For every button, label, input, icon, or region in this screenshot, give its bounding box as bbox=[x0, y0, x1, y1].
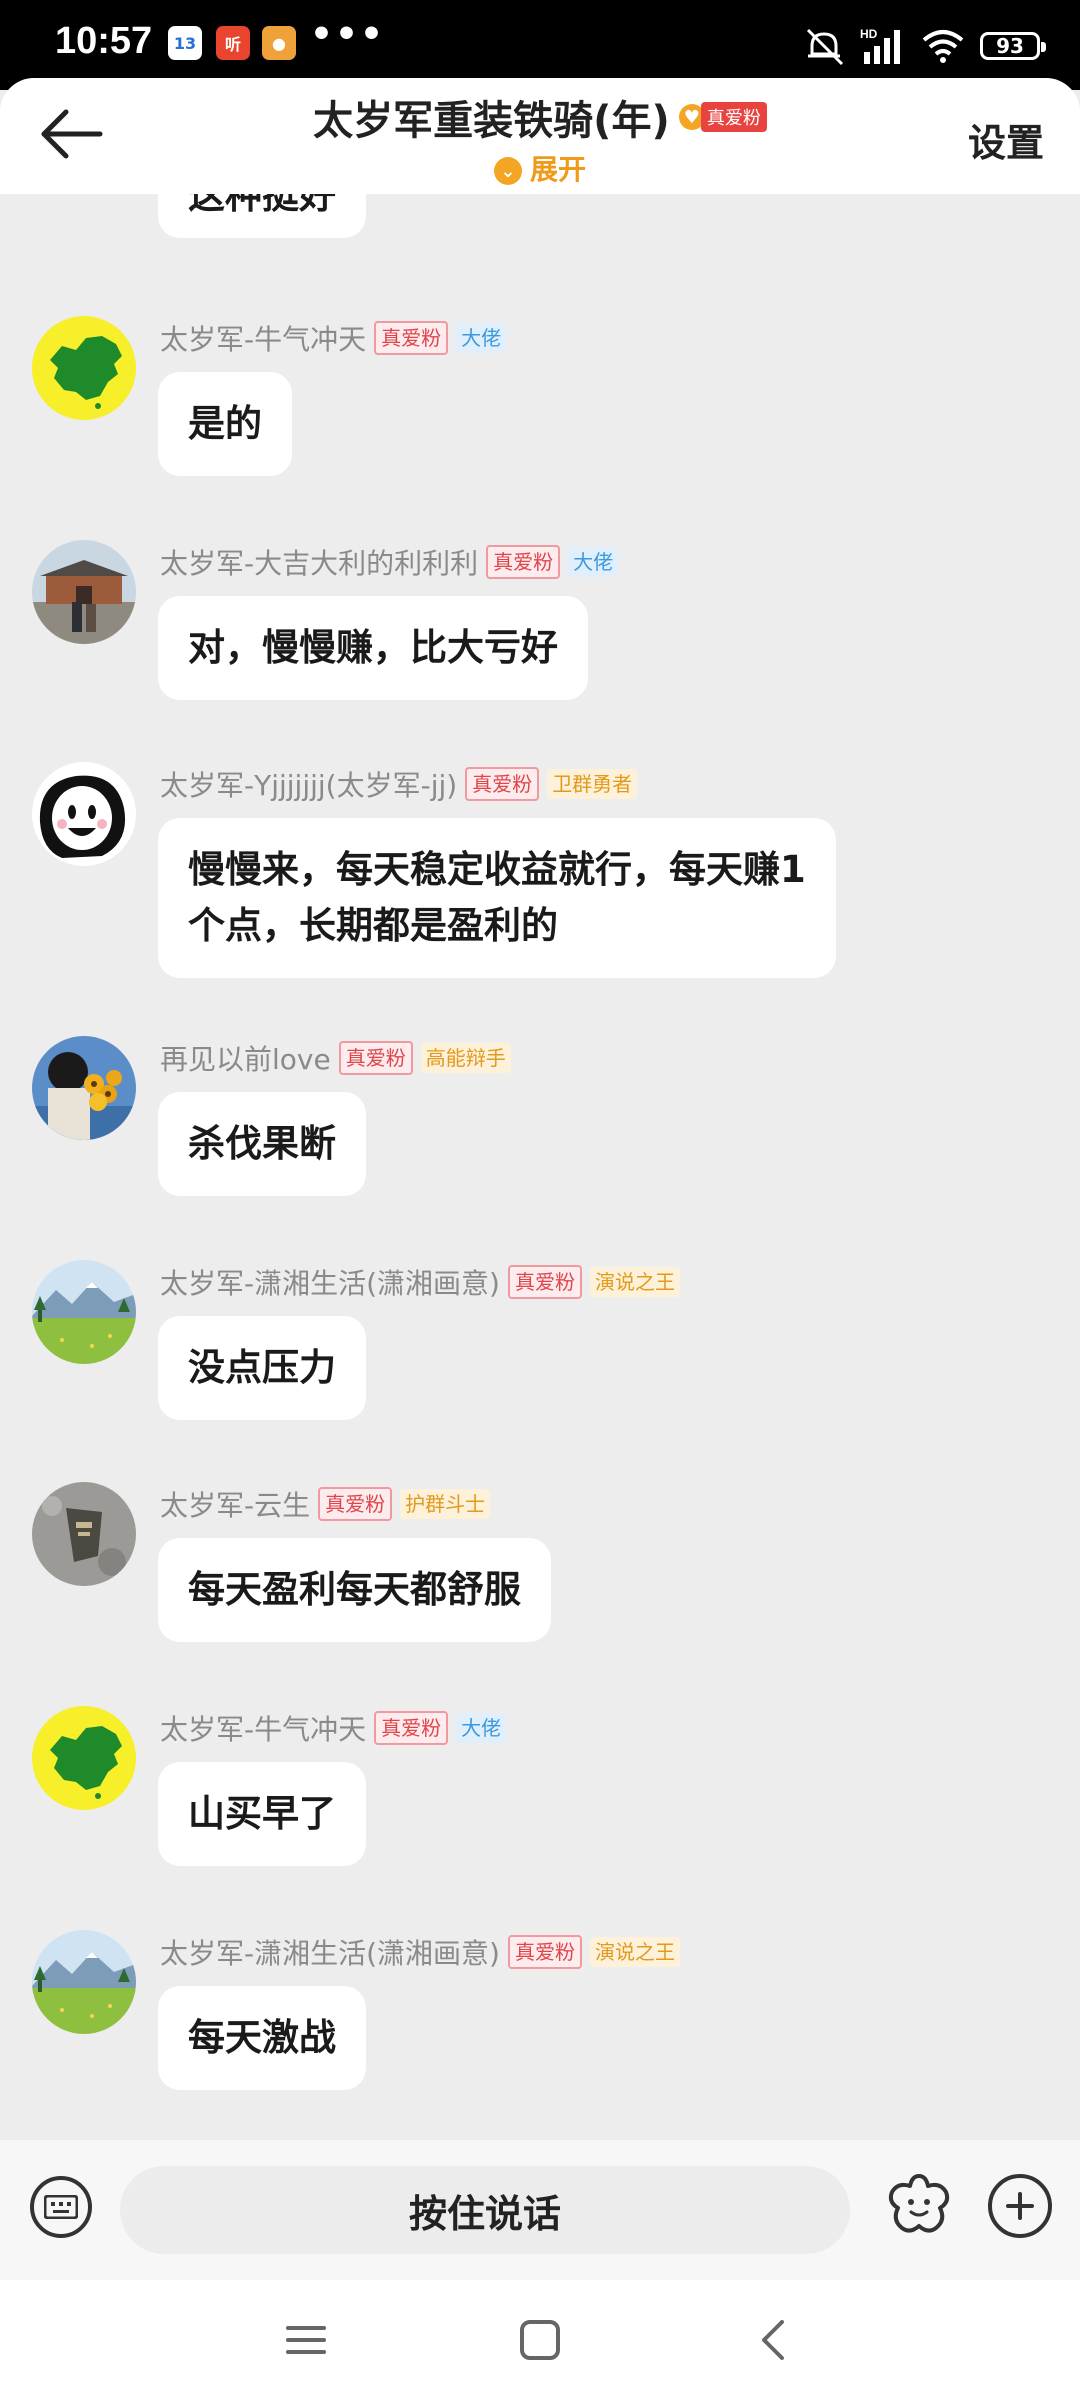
member-badge: 真爱粉 bbox=[318, 1487, 393, 1521]
sticker-icon[interactable] bbox=[884, 2170, 954, 2240]
chat-header: 太岁军重装铁骑(年) ♥ 真爱粉 ⌄ 展开 设置 bbox=[0, 78, 1080, 194]
message-bubble[interactable]: 杀伐果断 bbox=[158, 1092, 366, 1196]
sender-row: 再见以前love 真爱粉 高能辩手 bbox=[160, 1040, 511, 1076]
signal-icon: HD bbox=[860, 27, 900, 64]
status-time: 10:57 bbox=[55, 20, 153, 62]
message-bubble[interactable]: 每天盈利每天都舒服 bbox=[158, 1538, 551, 1642]
member-badge: 大佬 bbox=[568, 547, 619, 577]
avatar[interactable] bbox=[32, 1036, 136, 1140]
member-badge: 护群斗士 bbox=[400, 1489, 491, 1519]
calendar-app-icon: 13 bbox=[168, 26, 202, 60]
wifi-icon bbox=[922, 30, 964, 63]
message-bubble[interactable]: 没点压力 bbox=[158, 1316, 366, 1420]
avatar[interactable] bbox=[32, 316, 136, 420]
plus-icon bbox=[1006, 2192, 1034, 2220]
member-badge: 真爱粉 bbox=[486, 545, 561, 579]
chevron-down-icon: ⌄ bbox=[493, 157, 522, 185]
home-icon[interactable] bbox=[510, 2312, 570, 2368]
sender-row: 太岁军-Yjjjjjjj(太岁军-jj) 真爱粉 卫群勇者 bbox=[160, 764, 638, 804]
member-badge: 真爱粉 bbox=[374, 1711, 449, 1745]
member-badge: 演说之王 bbox=[589, 1937, 680, 1967]
settings-button[interactable]: 设置 bbox=[968, 112, 1044, 167]
avatar[interactable] bbox=[32, 1706, 136, 1810]
hold-to-talk-button[interactable]: 按住说话 bbox=[120, 2166, 850, 2254]
sender-row: 太岁军-云生 真爱粉 护群斗士 bbox=[160, 1484, 491, 1524]
member-badge: 卫群勇者 bbox=[547, 769, 638, 799]
sender-row: 太岁军-牛气冲天 真爱粉 大佬 bbox=[160, 1708, 507, 1748]
more-notifications-indicator: ••• bbox=[310, 14, 386, 55]
expand-button[interactable]: ⌄ 展开 bbox=[0, 148, 1080, 188]
group-title: 太岁军重装铁骑(年) bbox=[313, 98, 670, 144]
sender-name[interactable]: 太岁军-潇湘生活(潇湘画意) bbox=[160, 1932, 500, 1972]
sender-name[interactable]: 太岁军-牛气冲天 bbox=[160, 1708, 366, 1748]
status-bar: 10:57 13 听 ● ••• HD 93 bbox=[0, 0, 1080, 90]
message-bubble[interactable]: 每天激战 bbox=[158, 1986, 366, 2090]
sender-name[interactable]: 太岁军-潇湘生活(潇湘画意) bbox=[160, 1262, 500, 1302]
sender-name[interactable]: 太岁军-云生 bbox=[160, 1484, 310, 1524]
member-badge: 演说之王 bbox=[589, 1267, 680, 1297]
avatar[interactable] bbox=[32, 1260, 136, 1364]
keyboard-icon bbox=[44, 2195, 78, 2219]
message-bubble[interactable]: 是的 bbox=[158, 372, 292, 476]
menu-icon[interactable] bbox=[276, 2312, 336, 2368]
avatar[interactable] bbox=[32, 1482, 136, 1586]
sender-row: 太岁军-潇湘生活(潇湘画意) 真爱粉 演说之王 bbox=[160, 1264, 680, 1300]
member-badge: 真爱粉 bbox=[507, 1265, 582, 1299]
system-nav-bar bbox=[0, 2280, 1080, 2400]
status-indicators: HD 93 bbox=[802, 22, 1046, 70]
member-badge: 高能辩手 bbox=[420, 1043, 511, 1073]
mute-icon bbox=[806, 28, 844, 66]
fan-badge-label: 真爱粉 bbox=[700, 102, 767, 132]
message-bubble[interactable]: 这种挺好 bbox=[158, 194, 366, 238]
avatar[interactable] bbox=[32, 762, 136, 866]
message-bubble[interactable]: 慢慢来，每天稳定收益就行，每天赚1 个点，长期都是盈利的 bbox=[158, 818, 836, 978]
sender-row: 太岁军-潇湘生活(潇湘画意) 真爱粉 演说之王 bbox=[160, 1934, 680, 1970]
group-title-row[interactable]: 太岁军重装铁骑(年) ♥ 真爱粉 bbox=[0, 88, 1080, 146]
battery-icon: 93 bbox=[980, 32, 1046, 60]
sender-name[interactable]: 太岁军-牛气冲天 bbox=[160, 318, 366, 358]
chat-app-icon: ● bbox=[262, 26, 296, 60]
message-bubble[interactable]: 山买早了 bbox=[158, 1762, 366, 1866]
message-bubble[interactable]: 对，慢慢赚，比大亏好 bbox=[158, 596, 588, 700]
back-nav-icon[interactable] bbox=[744, 2312, 804, 2368]
sender-row: 太岁军-牛气冲天 真爱粉 大佬 bbox=[160, 318, 507, 358]
member-badge: 真爱粉 bbox=[338, 1041, 413, 1075]
member-badge: 大佬 bbox=[456, 1713, 507, 1743]
member-badge: 真爱粉 bbox=[507, 1935, 582, 1969]
sender-name[interactable]: 再见以前love bbox=[160, 1038, 331, 1078]
avatar[interactable] bbox=[32, 540, 136, 644]
member-badge: 大佬 bbox=[456, 323, 507, 353]
sender-name[interactable]: 太岁军-Yjjjjjjj(太岁军-jj) bbox=[160, 764, 457, 804]
fan-badge: ♥ 真爱粉 bbox=[678, 102, 767, 132]
svg-text:HD: HD bbox=[860, 27, 878, 41]
message-list[interactable]: 这种挺好 太岁军-牛气冲天 真爱粉 大佬 是的 太岁军-大吉大利的利利利 真爱粉 大佬 对，慢… bbox=[0, 194, 1080, 2139]
member-badge: 真爱粉 bbox=[374, 321, 449, 355]
expand-label: 展开 bbox=[529, 153, 586, 186]
member-badge: 真爱粉 bbox=[465, 767, 540, 801]
sender-row: 太岁军-大吉大利的利利利 真爱粉 大佬 bbox=[160, 542, 619, 582]
add-more-button[interactable] bbox=[988, 2174, 1052, 2238]
ting-app-icon: 听 bbox=[216, 26, 250, 60]
avatar[interactable] bbox=[32, 1930, 136, 2034]
sender-name[interactable]: 太岁军-大吉大利的利利利 bbox=[160, 542, 478, 582]
input-bar: 按住说话 bbox=[0, 2140, 1080, 2280]
keyboard-toggle-button[interactable] bbox=[30, 2176, 92, 2238]
